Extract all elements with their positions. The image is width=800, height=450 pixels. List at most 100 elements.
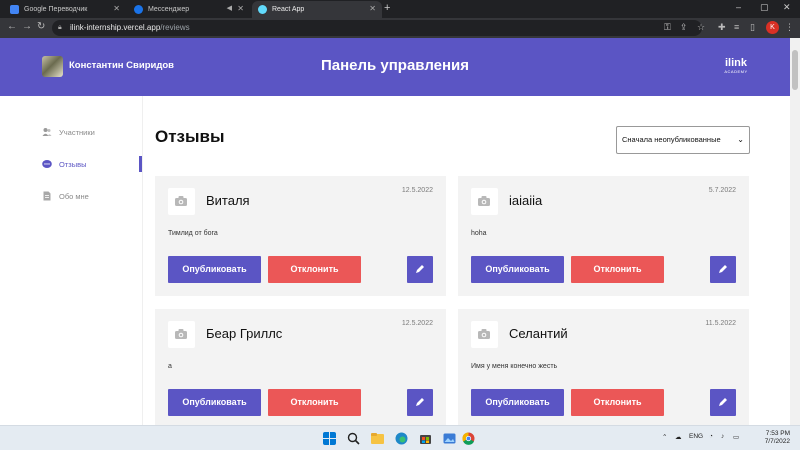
- share-icon[interactable]: ⇪: [680, 22, 688, 33]
- review-text: Тимлид от бога: [168, 230, 218, 237]
- sort-select-value: Сначала неопубликованные: [622, 135, 721, 144]
- language-indicator[interactable]: ENG: [689, 433, 703, 440]
- clock-time: 7:53 PM: [765, 430, 790, 437]
- sidebar-item-about[interactable]: Обо мне: [42, 188, 142, 204]
- reject-button[interactable]: Отклонить: [571, 389, 664, 416]
- lock-icon: 🔒︎: [58, 24, 62, 31]
- chevron-up-icon[interactable]: ⌃: [662, 433, 667, 441]
- reload-icon[interactable]: ↻: [37, 21, 45, 32]
- review-card: iaiaiia 5.7.2022 hoha Опубликовать Откло…: [458, 176, 749, 296]
- bookmark-star-icon[interactable]: ☆: [697, 22, 705, 33]
- browser-tab[interactable]: Google Переводчик ✕: [4, 1, 126, 18]
- cloud-icon[interactable]: ☁: [675, 433, 682, 441]
- wifi-icon[interactable]: ◔: [709, 433, 713, 440]
- battery-icon[interactable]: ▭: [733, 433, 739, 441]
- minimize-icon[interactable]: –: [736, 2, 741, 12]
- sidebar-item-label: Обо мне: [59, 191, 89, 201]
- audio-icon[interactable]: ◀: [227, 4, 232, 12]
- store-icon[interactable]: [419, 432, 432, 445]
- review-date: 5.7.2022: [708, 187, 736, 194]
- review-author: Виталя: [206, 193, 250, 208]
- logo-sub: ACADEMY: [724, 69, 748, 74]
- browser-toolbar: ← → ↻ 🔒︎ ilink-internship.vercel.app/rev…: [0, 18, 800, 38]
- camera-icon: [478, 196, 490, 206]
- pencil-icon: [719, 398, 727, 406]
- chevron-down-icon: ⌄: [737, 135, 744, 144]
- pencil-icon: [416, 398, 424, 406]
- camera-icon: [175, 329, 187, 339]
- publish-button[interactable]: Опубликовать: [471, 256, 564, 283]
- file-explorer-icon[interactable]: [371, 432, 384, 445]
- users-icon: [42, 128, 52, 136]
- document-icon: [43, 191, 51, 201]
- pencil-icon: [719, 265, 727, 273]
- sidebar: Участники Отзывы Обо мне: [0, 96, 143, 425]
- url-host: ilink-internship.vercel.app: [70, 23, 161, 32]
- reject-button[interactable]: Отклонить: [571, 256, 664, 283]
- reject-button[interactable]: Отклонить: [268, 256, 361, 283]
- review-date: 12.5.2022: [401, 187, 433, 194]
- review-card: Селантий 11.5.2022 Имя у меня конечно же…: [458, 309, 749, 429]
- review-date: 11.5.2022: [705, 320, 736, 327]
- edit-button[interactable]: [710, 256, 736, 283]
- scrollbar-thumb[interactable]: [792, 50, 798, 90]
- review-avatar: [471, 188, 498, 215]
- chrome-icon[interactable]: [462, 432, 475, 445]
- menu-icon[interactable]: ⋮: [785, 22, 794, 33]
- reviews-icon: [42, 160, 52, 168]
- close-icon[interactable]: ✕: [369, 4, 376, 13]
- volume-icon[interactable]: ♪: [721, 433, 724, 440]
- publish-button[interactable]: Опубликовать: [471, 389, 564, 416]
- edit-button[interactable]: [407, 256, 433, 283]
- reading-list-icon[interactable]: ≡: [734, 22, 739, 32]
- review-avatar: [471, 321, 498, 348]
- sidepanel-icon[interactable]: ▯: [750, 22, 755, 33]
- photos-icon[interactable]: [443, 432, 456, 445]
- new-tab-icon[interactable]: +: [384, 2, 390, 14]
- review-avatar: [168, 188, 195, 215]
- url-path: /reviews: [160, 23, 190, 32]
- windows-start-icon[interactable]: [323, 432, 336, 445]
- forward-icon[interactable]: →: [22, 21, 32, 32]
- tab-title: React App: [272, 6, 305, 13]
- browser-tab[interactable]: Мессенджер ◀ ✕: [128, 1, 250, 18]
- extensions-icon[interactable]: ✚: [718, 22, 726, 33]
- logo[interactable]: ilink ACADEMY: [716, 58, 756, 75]
- review-text: a: [168, 363, 172, 370]
- tab-title: Google Переводчик: [24, 6, 88, 13]
- address-bar[interactable]: 🔒︎ ilink-internship.vercel.app/reviews: [52, 20, 702, 36]
- messenger-icon: [134, 5, 143, 14]
- publish-button[interactable]: Опубликовать: [168, 389, 261, 416]
- review-card: Виталя 12.5.2022 Тимлид от бога Опублико…: [155, 176, 446, 296]
- edit-button[interactable]: [407, 389, 433, 416]
- page-title: Отзывы: [155, 127, 225, 146]
- translate-icon: [10, 5, 19, 14]
- publish-button[interactable]: Опубликовать: [168, 256, 261, 283]
- close-icon[interactable]: ✕: [237, 4, 244, 13]
- key-icon[interactable]: ⚿: [664, 22, 671, 33]
- pencil-icon: [416, 265, 424, 273]
- tab-title: Мессенджер: [148, 6, 190, 13]
- review-text: Имя у меня конечно жесть: [471, 363, 558, 370]
- reject-button[interactable]: Отклонить: [268, 389, 361, 416]
- search-icon[interactable]: [347, 432, 360, 445]
- edit-button[interactable]: [710, 389, 736, 416]
- close-icon[interactable]: ✕: [113, 4, 120, 13]
- window-close-icon[interactable]: ✕: [783, 2, 791, 13]
- back-icon[interactable]: ←: [7, 21, 17, 32]
- sidebar-item-participants[interactable]: Участники: [42, 124, 142, 140]
- review-avatar: [168, 321, 195, 348]
- taskbar: ⌃ ☁ ENG ◔ ♪ ▭ 7:53 PM 7/7/2022: [0, 425, 800, 450]
- clock[interactable]: 7:53 PM 7/7/2022: [748, 430, 790, 446]
- sort-select[interactable]: Сначала неопубликованные ⌄: [616, 126, 750, 154]
- profile-avatar[interactable]: K: [766, 21, 779, 34]
- edge-browser-icon[interactable]: [395, 432, 408, 445]
- camera-icon: [175, 196, 187, 206]
- scrollbar-track[interactable]: [790, 38, 800, 425]
- review-date: 12.5.2022: [401, 320, 433, 327]
- sidebar-item-reviews[interactable]: Отзывы: [42, 156, 142, 172]
- browser-tab-active[interactable]: React App ✕: [252, 1, 382, 18]
- logo-main: ilink: [724, 57, 747, 69]
- review-text: hoha: [471, 230, 487, 237]
- maximize-icon[interactable]: ▢: [760, 2, 769, 13]
